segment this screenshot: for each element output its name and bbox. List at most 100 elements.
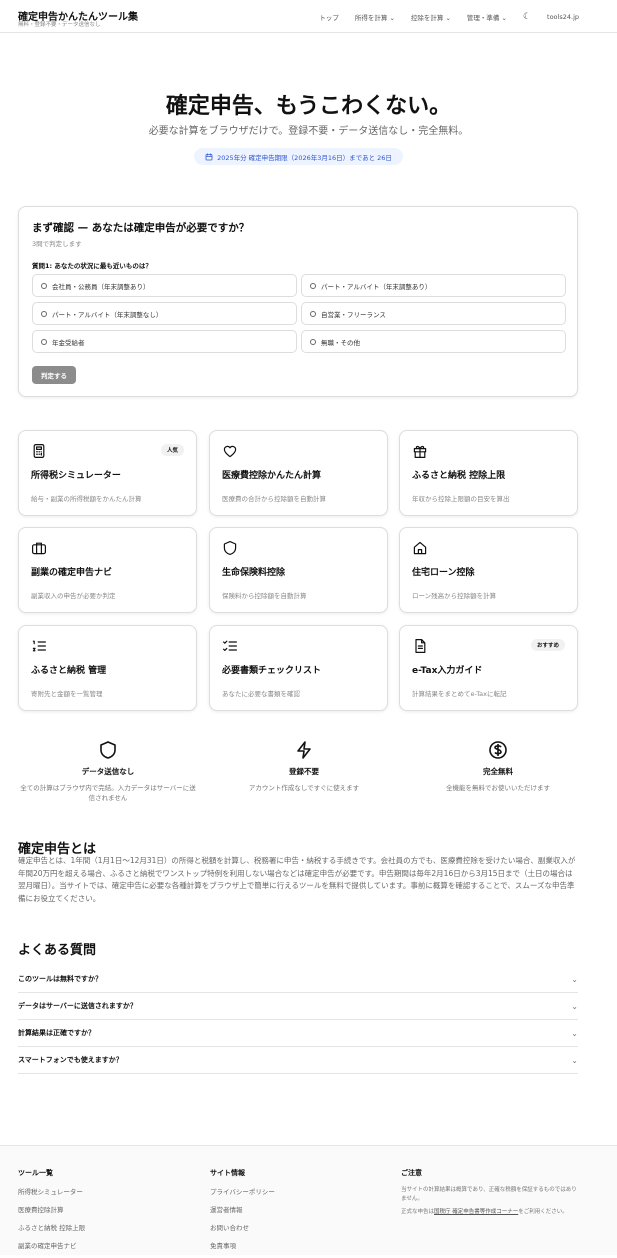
tool-desc: ローン残高から控除額を計算 bbox=[412, 592, 497, 600]
footer-link[interactable]: 医療費控除計算 bbox=[18, 1204, 85, 1214]
quiz-option[interactable]: 無職・その他 bbox=[301, 330, 566, 353]
chevron-down-icon: ⌄ bbox=[571, 1001, 578, 1011]
hero-title: 確定申告、もうこわくない。 bbox=[165, 94, 452, 119]
faq-item[interactable]: スマートフォンでも使えますか？ ⌄ bbox=[18, 1047, 578, 1074]
feature-title: 完全無料 bbox=[483, 767, 513, 776]
option-label: パート・アルバイト（年末調整あり） bbox=[321, 282, 432, 291]
quiz-option[interactable]: 年金受給者 bbox=[32, 330, 297, 353]
tool-card[interactable]: ふるさと納税 管理 寄附先と金額を一覧管理 bbox=[18, 625, 197, 711]
tool-card[interactable]: 生命保険料控除 保険料から控除額を自動計算 bbox=[209, 527, 388, 613]
tool-card[interactable]: 医療費控除かんたん計算 医療費の合計から控除額を自動計算 bbox=[209, 430, 388, 516]
deadline-text: 2025年分 確定申告期限（2026年3月16日）まであと 26日 bbox=[217, 153, 392, 162]
quiz-subtitle: 3問で判定します bbox=[32, 240, 82, 248]
list-checks-icon bbox=[223, 640, 237, 651]
nav-manage[interactable]: 管理・準備 ⌄ bbox=[467, 12, 507, 22]
option-label: 自営業・フリーランス bbox=[321, 310, 386, 319]
tool-tag: 人気 bbox=[160, 444, 184, 456]
domain-link[interactable]: tools24.jp bbox=[547, 13, 579, 21]
calendar-icon bbox=[205, 153, 213, 160]
tool-title: ふるさと納税 管理 bbox=[31, 666, 107, 676]
dollar-circle-icon bbox=[489, 741, 507, 759]
notice-text: 当サイトの計算結果は概算であり、正確な税額を保証するものではありません。 bbox=[401, 1187, 577, 1202]
radio-button[interactable] bbox=[41, 282, 47, 289]
shield-icon bbox=[100, 741, 116, 759]
tool-card[interactable]: 人気所得税シミュレーター給与・副業の所得税額をかんたん計算 bbox=[18, 430, 197, 516]
nav-income[interactable]: 所得を計算 ⌄ bbox=[355, 12, 395, 22]
option-label: パート・アルバイト（年末調整なし） bbox=[52, 310, 163, 319]
calculator-icon bbox=[33, 444, 45, 458]
faq-item[interactable]: このツールは無料ですか？ ⌄ bbox=[18, 966, 578, 993]
tool-title: 住宅ローン控除 bbox=[412, 568, 475, 578]
tool-card[interactable]: 住宅ローン控除ローン残高から控除額を計算 bbox=[399, 527, 578, 613]
chevron-down-icon: ⌄ bbox=[501, 14, 507, 22]
nta-link[interactable]: 国税庁 確定申告書等作成コーナー bbox=[434, 1209, 518, 1215]
footer-link[interactable]: 運営者情報 bbox=[210, 1204, 275, 1214]
radio-button[interactable] bbox=[41, 310, 47, 317]
hero-subtitle: 必要な計算をブラウザだけで。登録不要・データ送信なし・完全無料。 bbox=[148, 126, 469, 137]
faq-title: よくある質問 bbox=[18, 943, 97, 958]
tool-desc: あなたに必要な書類を確認 bbox=[222, 690, 300, 698]
tool-icon bbox=[412, 540, 428, 556]
chevron-down-icon: ⌄ bbox=[571, 1028, 578, 1038]
quiz-option[interactable]: 自営業・フリーランス bbox=[301, 302, 566, 325]
tool-title: 生命保険料控除 bbox=[222, 568, 286, 578]
judge-button[interactable]: 判定する bbox=[32, 366, 76, 384]
footer-link[interactable]: 免責事項 bbox=[210, 1240, 275, 1250]
list-ordered-icon bbox=[32, 640, 46, 652]
tool-title: 所得税シミュレーター bbox=[31, 471, 121, 481]
deadline-badge: 2025年分 確定申告期限（2026年3月16日）まであと 26日 bbox=[194, 148, 403, 165]
radio-button[interactable] bbox=[310, 338, 316, 345]
nav-deduction[interactable]: 控除を計算 ⌄ bbox=[411, 12, 451, 22]
footer-link[interactable]: 副業の確定申告ナビ bbox=[18, 1240, 85, 1250]
tool-icon bbox=[412, 443, 428, 459]
tool-icon bbox=[31, 540, 47, 556]
feature: 登録不要 アカウント作成なしですぐに使えます bbox=[214, 740, 394, 793]
radio-button[interactable] bbox=[310, 282, 316, 289]
radio-button[interactable] bbox=[41, 338, 47, 345]
tool-icon bbox=[222, 638, 238, 654]
quiz-card: まず確認 — あなたは確定申告が必要ですか？ 3問で判定します 質問1: あなた… bbox=[18, 206, 578, 397]
faq-question: データはサーバーに送信されますか？ bbox=[18, 1002, 137, 1010]
home-icon bbox=[413, 541, 427, 555]
quiz-option[interactable]: パート・アルバイト（年末調整あり） bbox=[301, 274, 566, 297]
tool-card[interactable]: 副業の確定申告ナビ 副業収入の申告が必要か判定 bbox=[18, 527, 197, 613]
radio-button[interactable] bbox=[310, 310, 316, 317]
quiz-title: まず確認 — あなたは確定申告が必要ですか？ bbox=[32, 222, 250, 234]
tool-title: 副業の確定申告ナビ bbox=[31, 568, 113, 578]
nav-label: 所得を計算 bbox=[354, 14, 388, 22]
nav: トップ 所得を計算 ⌄ 控除を計算 ⌄ 管理・準備 ⌄ ☾ tools24.jp bbox=[319, 12, 579, 22]
faq-item[interactable]: 計算結果は正確ですか？ ⌄ bbox=[18, 1020, 578, 1047]
tool-icon bbox=[412, 638, 428, 654]
tool-title: 必要書類チェックリスト bbox=[222, 666, 322, 676]
faq-question: スマートフォンでも使えますか？ bbox=[18, 1056, 123, 1064]
tool-tag: おすすめ bbox=[530, 639, 565, 651]
quiz-option[interactable]: パート・アルバイト（年末調整なし） bbox=[32, 302, 297, 325]
tool-desc: 寄附先と金額を一覧管理 bbox=[31, 690, 103, 698]
tool-desc: 年収から控除上限額の目安を算出 bbox=[412, 495, 510, 503]
quiz-option[interactable]: 会社員・公務員（年末調整あり） bbox=[32, 274, 297, 297]
faq-item[interactable]: データはサーバーに送信されますか？ ⌄ bbox=[18, 993, 578, 1020]
moon-icon[interactable]: ☾ bbox=[523, 12, 531, 22]
tool-desc: 給与・副業の所得税額をかんたん計算 bbox=[31, 495, 142, 503]
nav-top[interactable]: トップ bbox=[319, 12, 339, 22]
site-subtitle: 無料・登録不要・データ送信なし bbox=[18, 22, 101, 28]
footer-notice-title: ご注意 bbox=[401, 1169, 422, 1177]
footer-site-title: サイト情報 bbox=[210, 1169, 245, 1177]
feature-desc: 全機能を無料でお使いいただけます bbox=[446, 784, 550, 792]
chevron-down-icon: ⌄ bbox=[571, 974, 578, 984]
footer-link[interactable]: 所得税シミュレーター bbox=[18, 1186, 85, 1196]
footer-link[interactable]: お問い合わせ bbox=[210, 1222, 275, 1232]
tool-icon bbox=[31, 443, 47, 459]
gift-icon bbox=[413, 445, 427, 458]
footer-tools: ツール一覧 所得税シミュレーター 医療費控除計算 ふるさと納税 控除上限 副業の… bbox=[18, 1168, 85, 1258]
option-label: 会社員・公務員（年末調整あり） bbox=[52, 282, 150, 291]
footer: ツール一覧 所得税シミュレーター 医療費控除計算 ふるさと納税 控除上限 副業の… bbox=[0, 1145, 617, 1255]
tool-card[interactable]: 必要書類チェックリスト あなたに必要な書類を確認 bbox=[209, 625, 388, 711]
briefcase-icon bbox=[32, 542, 46, 555]
tool-card[interactable]: ふるさと納税 控除上限 年収から控除上限額の目安を算出 bbox=[399, 430, 578, 516]
notice-post: をご利用ください。 bbox=[518, 1209, 568, 1215]
footer-link[interactable]: プライバシーポリシー bbox=[210, 1186, 275, 1196]
tool-card[interactable]: おすすめ e-Tax入力ガイド 計算結果をまとめてe-Taxに転記 bbox=[399, 625, 578, 711]
header: 確定申告かんたんツール集 無料・登録不要・データ送信なし トップ 所得を計算 ⌄… bbox=[0, 0, 617, 33]
footer-link[interactable]: ふるさと納税 控除上限 bbox=[18, 1222, 85, 1232]
